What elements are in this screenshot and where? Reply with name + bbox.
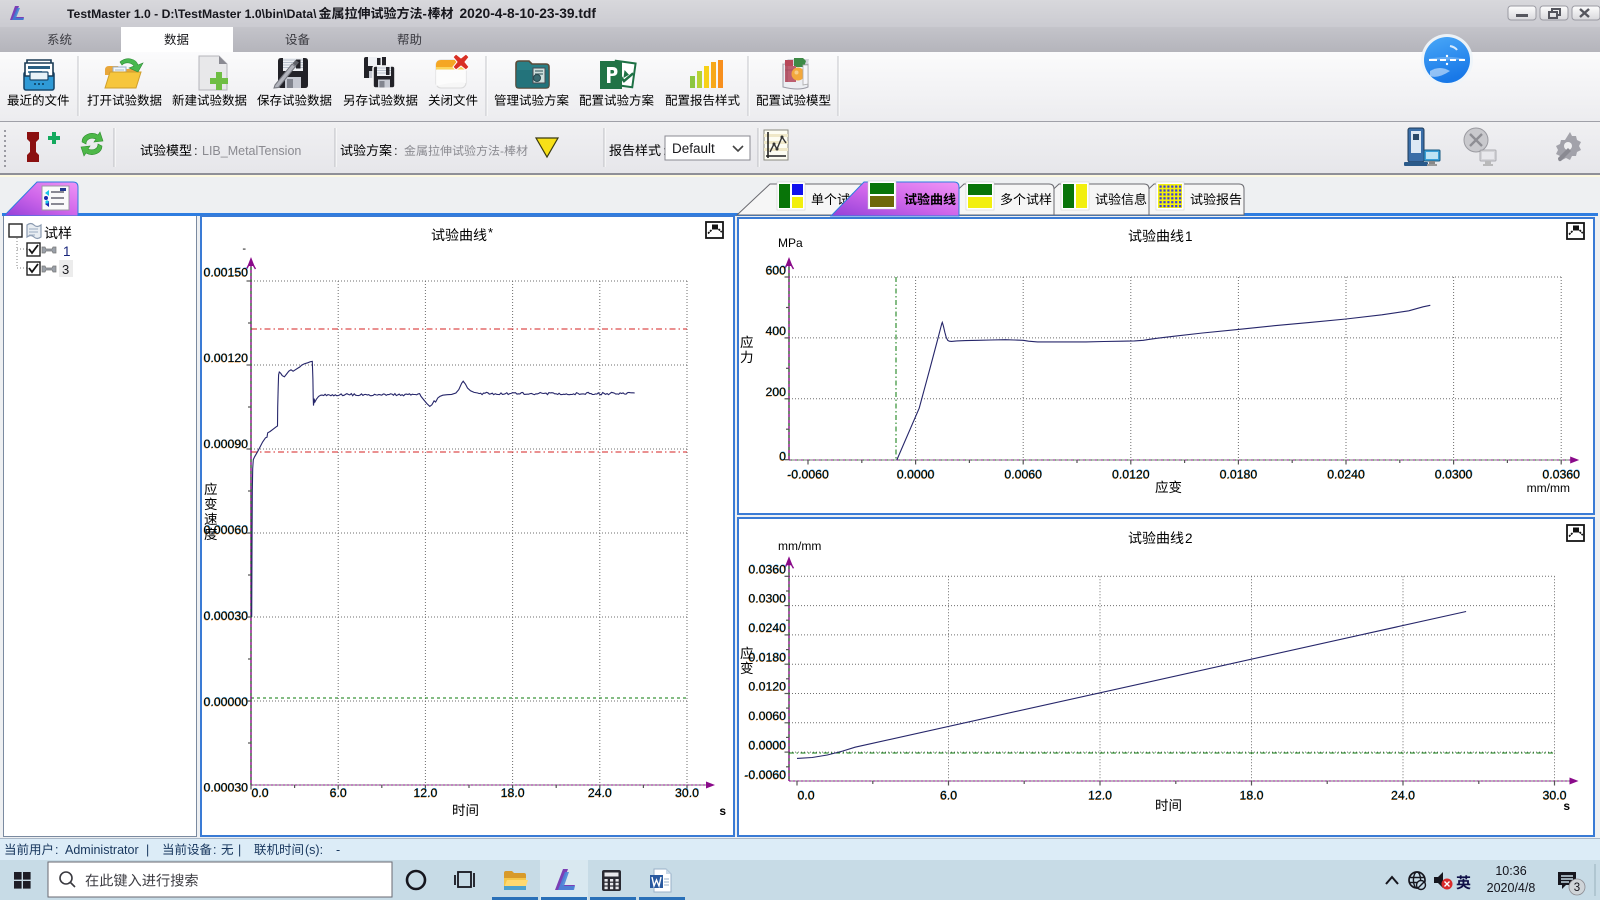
svg-text:2: 2 xyxy=(1185,531,1193,546)
svg-text:18.0: 18.0 xyxy=(1240,788,1264,802)
svg-text:2020-4-8-10-23-39.tdf: 2020-4-8-10-23-39.tdf xyxy=(460,6,597,21)
svg-text:0.0240: 0.0240 xyxy=(748,621,786,635)
svg-text:10:36: 10:36 xyxy=(1495,864,1526,878)
svg-text:12.0: 12.0 xyxy=(413,786,437,800)
svg-text:-: - xyxy=(423,6,427,21)
svg-text:0.0360: 0.0360 xyxy=(1542,467,1580,481)
svg-text:0.0240: 0.0240 xyxy=(1327,467,1365,481)
svg-text:0.0000: 0.0000 xyxy=(897,467,935,481)
svg-text:(s):: (s): xyxy=(305,843,323,857)
svg-text:200: 200 xyxy=(765,385,786,399)
svg-text:-: - xyxy=(500,144,504,158)
svg-text:-0.0060: -0.0060 xyxy=(787,467,829,481)
svg-text:24.0: 24.0 xyxy=(588,786,612,800)
svg-text:0.00000: 0.00000 xyxy=(204,695,249,709)
svg-text:0.0060: 0.0060 xyxy=(748,709,786,723)
svg-text::: : xyxy=(194,143,198,158)
svg-text:0.0360: 0.0360 xyxy=(748,562,786,576)
svg-text:Administrator: Administrator xyxy=(65,843,139,857)
svg-text:18.0: 18.0 xyxy=(501,786,525,800)
svg-text:24.0: 24.0 xyxy=(1391,788,1415,802)
svg-text:3: 3 xyxy=(62,262,69,277)
svg-text:|: | xyxy=(238,843,241,857)
svg-text:1: 1 xyxy=(1185,229,1193,244)
svg-text:0.0: 0.0 xyxy=(797,788,814,802)
svg-text:2020/4/8: 2020/4/8 xyxy=(1487,881,1536,895)
svg-text:-0.0060: -0.0060 xyxy=(744,768,786,782)
svg-text:mm/mm: mm/mm xyxy=(778,539,821,553)
svg-text:0.00030: 0.00030 xyxy=(204,609,249,623)
svg-text::: : xyxy=(213,843,216,857)
svg-text:-: - xyxy=(242,243,246,255)
svg-text:12.0: 12.0 xyxy=(1088,788,1112,802)
svg-text:0.0180: 0.0180 xyxy=(748,650,786,664)
svg-text:0: 0 xyxy=(779,449,786,463)
svg-text:0.00120: 0.00120 xyxy=(204,351,249,365)
svg-text:0.0120: 0.0120 xyxy=(748,680,786,694)
svg-text:600: 600 xyxy=(765,263,786,277)
svg-text:3: 3 xyxy=(1574,882,1580,894)
svg-text:mm/mm: mm/mm xyxy=(1527,481,1570,495)
svg-text::: : xyxy=(394,143,398,158)
svg-text:0.0300: 0.0300 xyxy=(748,592,786,606)
svg-text:0.0300: 0.0300 xyxy=(1435,467,1473,481)
svg-text:0.0000: 0.0000 xyxy=(748,739,786,753)
svg-text:0.0060: 0.0060 xyxy=(1004,467,1042,481)
svg-text:6.0: 6.0 xyxy=(940,788,957,802)
svg-text:MPa: MPa xyxy=(778,236,803,250)
svg-text:|: | xyxy=(146,843,149,857)
svg-text:0.00060: 0.00060 xyxy=(204,523,249,537)
svg-text:*: * xyxy=(488,225,493,240)
svg-text:400: 400 xyxy=(765,324,786,338)
svg-text:30.0: 30.0 xyxy=(675,786,699,800)
svg-text:0.00150: 0.00150 xyxy=(204,265,249,279)
svg-text:s: s xyxy=(719,804,726,818)
svg-text:0.0120: 0.0120 xyxy=(1112,467,1150,481)
svg-text:0.00090: 0.00090 xyxy=(204,437,249,451)
svg-text:-: - xyxy=(336,843,340,857)
svg-text::: : xyxy=(55,843,58,857)
svg-text:1: 1 xyxy=(63,244,71,259)
svg-text:s: s xyxy=(1563,799,1570,813)
svg-text:6.0: 6.0 xyxy=(330,786,347,800)
svg-text:0.0: 0.0 xyxy=(251,786,268,800)
svg-text:0.00030: 0.00030 xyxy=(204,781,249,795)
svg-text:TestMaster 1.0 - D:\TestMaster: TestMaster 1.0 - D:\TestMaster 1.0\bin\D… xyxy=(67,7,317,21)
svg-text:LIB_MetalTension: LIB_MetalTension xyxy=(202,144,301,158)
svg-text:0.0180: 0.0180 xyxy=(1220,467,1258,481)
svg-text:Default: Default xyxy=(672,141,715,156)
